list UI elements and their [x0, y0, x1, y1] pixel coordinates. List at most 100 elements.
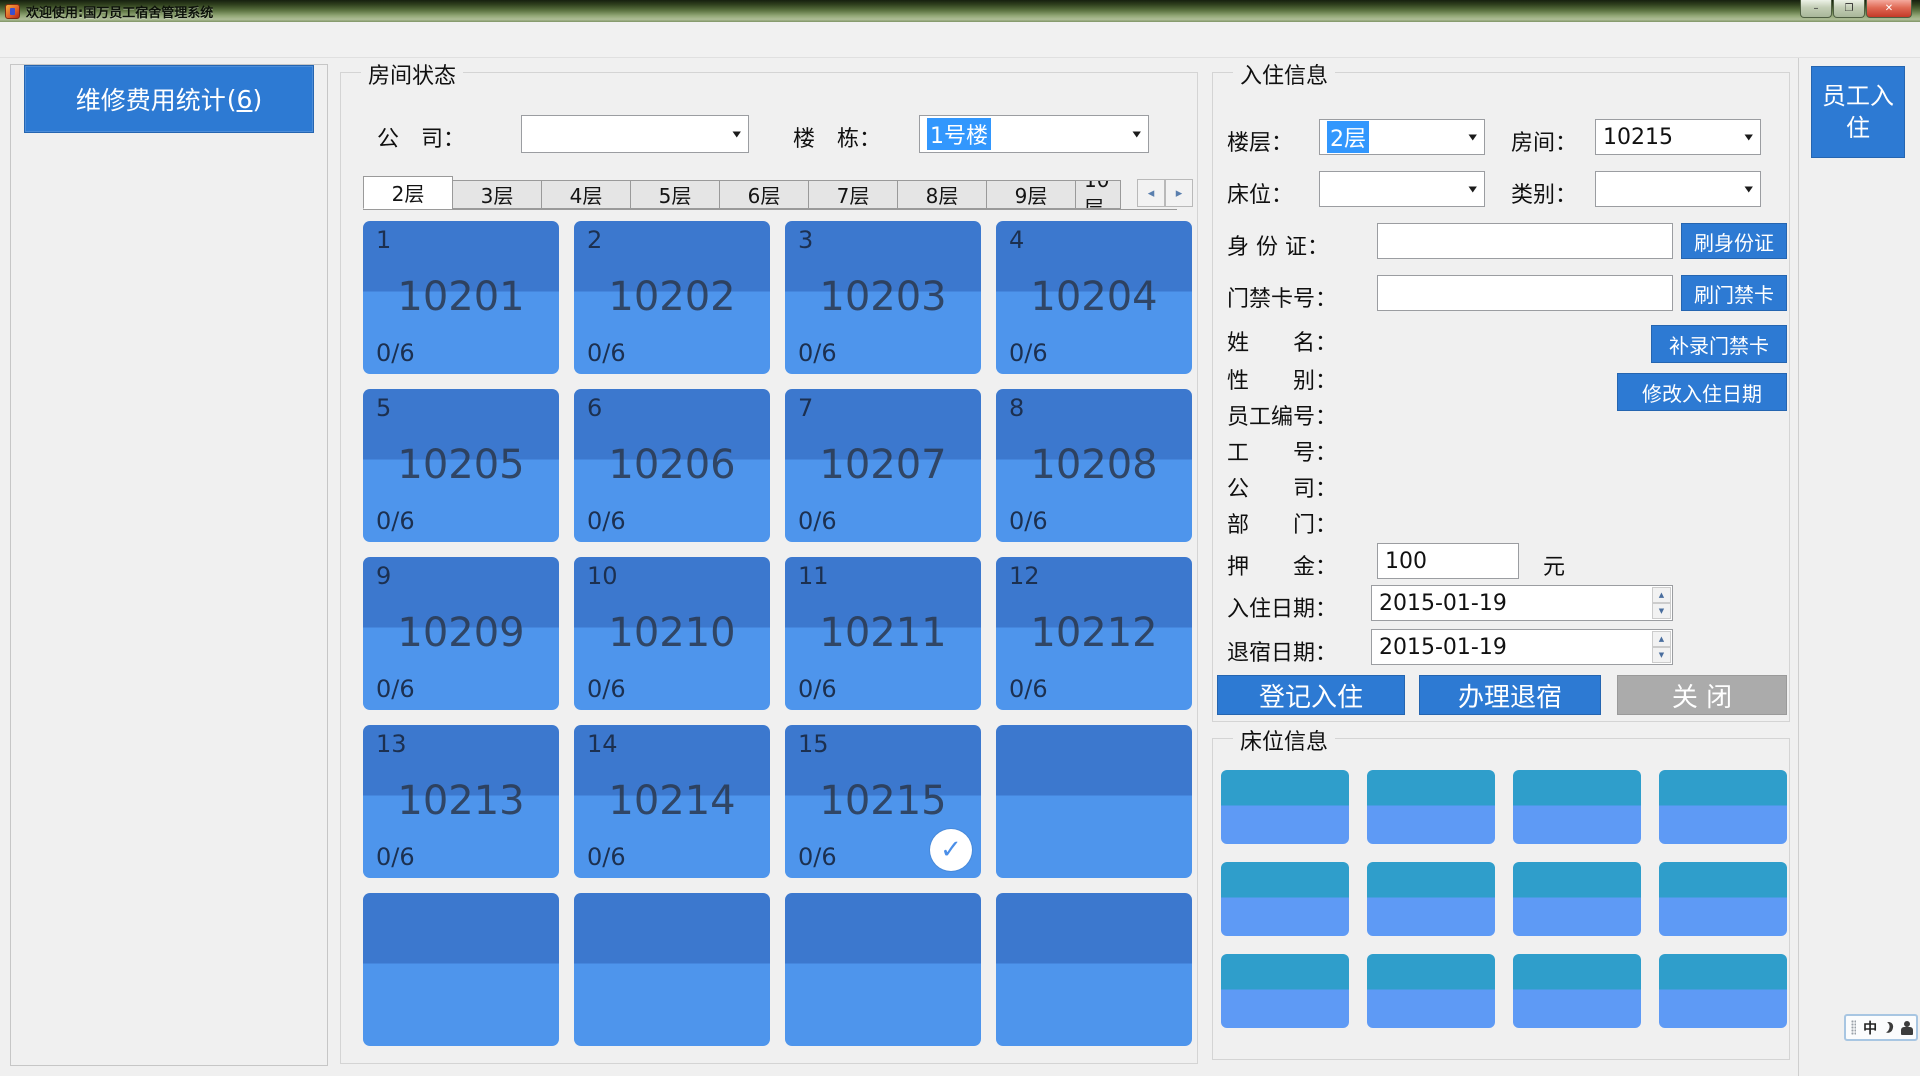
- person-icon[interactable]: [1901, 1021, 1911, 1035]
- room-index: 11: [798, 562, 829, 590]
- room-number: 10215: [819, 778, 946, 824]
- room-card[interactable]: [996, 893, 1192, 1046]
- room-card[interactable]: 1 10201 0/6: [363, 221, 559, 374]
- floor-tab[interactable]: 8层: [897, 180, 987, 209]
- floor-tab[interactable]: 2层: [363, 176, 453, 209]
- employee-checkin-button[interactable]: 员工入住: [1811, 66, 1905, 158]
- room-card[interactable]: 15 10215 0/6 ✓: [785, 725, 981, 878]
- id-input[interactable]: [1377, 223, 1673, 259]
- ime-language-indicator[interactable]: 中: [1863, 1018, 1877, 1038]
- bed-card[interactable]: [1367, 862, 1495, 936]
- room-card[interactable]: 5 10205 0/6: [363, 389, 559, 542]
- floor-tab[interactable]: 5层: [630, 180, 720, 209]
- room-card[interactable]: 12 10212 0/6: [996, 557, 1192, 710]
- checkout-date-label: 退宿日期：: [1227, 635, 1337, 667]
- moon-icon[interactable]: [1883, 1021, 1895, 1034]
- checkout-date-input[interactable]: 2015-01-19 ▲ ▼: [1371, 629, 1673, 665]
- bed-card[interactable]: [1659, 954, 1787, 1028]
- room-index: 5: [376, 394, 391, 422]
- spin-up-icon[interactable]: ▲: [1652, 587, 1671, 603]
- tab-scroll-left-icon[interactable]: ◂: [1137, 179, 1165, 207]
- bed-card[interactable]: [1367, 770, 1495, 844]
- minimize-icon[interactable]: –: [1800, 0, 1832, 18]
- door-card-input[interactable]: [1377, 275, 1673, 311]
- category-select[interactable]: ▼: [1595, 171, 1761, 207]
- floor-label: 楼层：: [1227, 125, 1293, 157]
- spin-down-icon[interactable]: ▼: [1652, 603, 1671, 619]
- register-checkin-button[interactable]: 登记入住: [1217, 675, 1405, 715]
- room-card[interactable]: 8 10208 0/6: [996, 389, 1192, 542]
- room-number: 10206: [608, 442, 735, 488]
- scan-door-card-button[interactable]: 刷门禁卡: [1681, 275, 1787, 311]
- floor-tab[interactable]: 7层: [808, 180, 898, 209]
- floor-tab[interactable]: 9层: [986, 180, 1076, 209]
- room-card[interactable]: 6 10206 0/6: [574, 389, 770, 542]
- spin-up-icon[interactable]: ▲: [1652, 631, 1671, 647]
- room-card[interactable]: 4 10204 0/6: [996, 221, 1192, 374]
- floor-tab[interactable]: 6层: [719, 180, 809, 209]
- close-button[interactable]: 关 闭: [1617, 675, 1787, 715]
- checkin-date-input[interactable]: 2015-01-19 ▲ ▼: [1371, 585, 1673, 621]
- room-card[interactable]: [574, 893, 770, 1046]
- room-card[interactable]: 7 10207 0/6: [785, 389, 981, 542]
- drag-handle-icon[interactable]: [1851, 1020, 1856, 1035]
- room-status-panel: 房间状态 公 司： ▼ 楼 栋： 1号楼 ▼ 2层3层4层5层6层7层8层9层1…: [340, 72, 1198, 1064]
- bed-card[interactable]: [1659, 770, 1787, 844]
- bed-label: 床位：: [1227, 177, 1293, 209]
- bed-card[interactable]: [1221, 954, 1349, 1028]
- deposit-unit: 元: [1543, 549, 1565, 581]
- room-card[interactable]: 11 10211 0/6: [785, 557, 981, 710]
- room-occupancy: 0/6: [1009, 675, 1048, 703]
- room-card[interactable]: [785, 893, 981, 1046]
- department-label: 部 门：: [1227, 507, 1337, 539]
- modify-checkin-date-button[interactable]: 修改入住日期: [1617, 373, 1787, 411]
- bed-card[interactable]: [1513, 862, 1641, 936]
- room-card[interactable]: 9 10209 0/6: [363, 557, 559, 710]
- bed-card[interactable]: [1513, 770, 1641, 844]
- room-card[interactable]: 3 10203 0/6: [785, 221, 981, 374]
- room-index: 2: [587, 226, 602, 254]
- bed-select[interactable]: ▼: [1319, 171, 1485, 207]
- floor-tab[interactable]: 4层: [541, 180, 631, 209]
- date-spinner: ▲ ▼: [1652, 587, 1671, 619]
- app-icon: [5, 4, 20, 19]
- room-grid: 1 10201 0/6 2 10202 0/6 3 10203 0/6 4 10: [363, 221, 1192, 1046]
- maximize-icon[interactable]: ❐: [1833, 0, 1865, 18]
- sidebar-button[interactable]: 维修费用统计6: [24, 65, 314, 133]
- bed-card[interactable]: [1513, 954, 1641, 1028]
- room-card[interactable]: [996, 725, 1192, 878]
- bed-card[interactable]: [1221, 862, 1349, 936]
- employee-no-label: 员工编号：: [1227, 399, 1337, 431]
- spin-down-icon[interactable]: ▼: [1652, 647, 1671, 663]
- floor-tab[interactable]: 3层: [452, 180, 542, 209]
- scan-id-button[interactable]: 刷身份证: [1681, 223, 1787, 259]
- bed-card[interactable]: [1659, 862, 1787, 936]
- room-card[interactable]: 14 10214 0/6: [574, 725, 770, 878]
- company-select[interactable]: ▼: [521, 115, 749, 153]
- bed-card[interactable]: [1367, 954, 1495, 1028]
- floor-select[interactable]: 2层 ▼: [1319, 119, 1485, 155]
- chevron-down-icon: ▼: [1133, 129, 1141, 138]
- room-occupancy: 0/6: [798, 843, 837, 871]
- room-status-title: 房间状态: [361, 58, 463, 90]
- building-select[interactable]: 1号楼 ▼: [919, 115, 1149, 153]
- tab-scroll-right-icon[interactable]: ▸: [1165, 179, 1193, 207]
- name-label: 姓 名：: [1227, 325, 1337, 357]
- process-checkout-button[interactable]: 办理退宿: [1419, 675, 1601, 715]
- room-index: 8: [1009, 394, 1024, 422]
- reissue-door-card-button[interactable]: 补录门禁卡: [1651, 325, 1787, 363]
- room-occupancy: 0/6: [376, 507, 415, 535]
- room-card[interactable]: [363, 893, 559, 1046]
- bed-info-title: 床位信息: [1233, 724, 1335, 756]
- bed-card[interactable]: [1221, 770, 1349, 844]
- room-card[interactable]: 2 10202 0/6: [574, 221, 770, 374]
- room-number: 10202: [608, 274, 735, 320]
- floor-tab[interactable]: 10层: [1075, 180, 1121, 209]
- room-card[interactable]: 10 10210 0/6: [574, 557, 770, 710]
- ime-bar[interactable]: 中: [1844, 1014, 1918, 1041]
- room-select[interactable]: 10215 ▼: [1595, 119, 1761, 155]
- close-icon[interactable]: ✕: [1866, 0, 1912, 18]
- deposit-input[interactable]: 100: [1377, 543, 1519, 579]
- room-card[interactable]: 13 10213 0/6: [363, 725, 559, 878]
- deposit-label: 押 金：: [1227, 549, 1337, 581]
